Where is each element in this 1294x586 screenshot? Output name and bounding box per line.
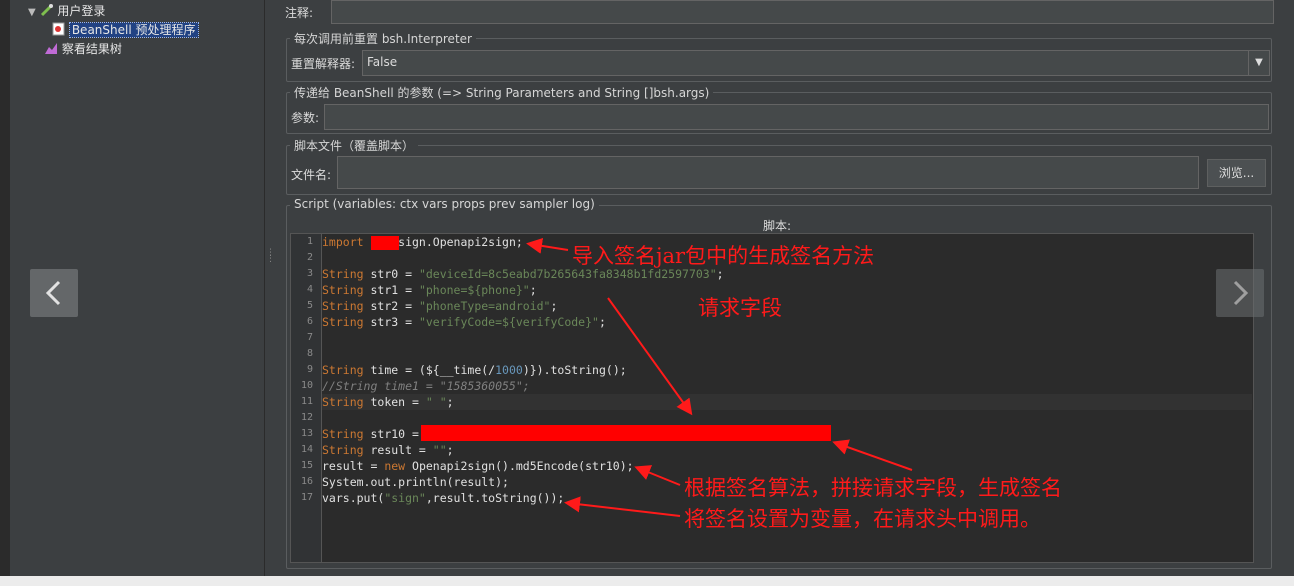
- annotation-generate-sign: 根据签名算法，拼接请求字段，生成签名: [684, 476, 1062, 500]
- chevron-right-icon: [1233, 280, 1249, 306]
- annotation-arrows: [526, 237, 913, 517]
- next-image-button[interactable]: [1216, 269, 1264, 317]
- bottom-strip: [0, 576, 1294, 586]
- annotation-set-variable: 将签名设置为变量，在请求头中调用。: [684, 507, 1041, 531]
- chevron-left-icon: [45, 280, 61, 306]
- annotation-import: 导入签名jar包中的生成签名方法: [572, 244, 875, 268]
- annotation-request-fields: 请求字段: [698, 296, 782, 320]
- prev-image-button[interactable]: [30, 269, 78, 317]
